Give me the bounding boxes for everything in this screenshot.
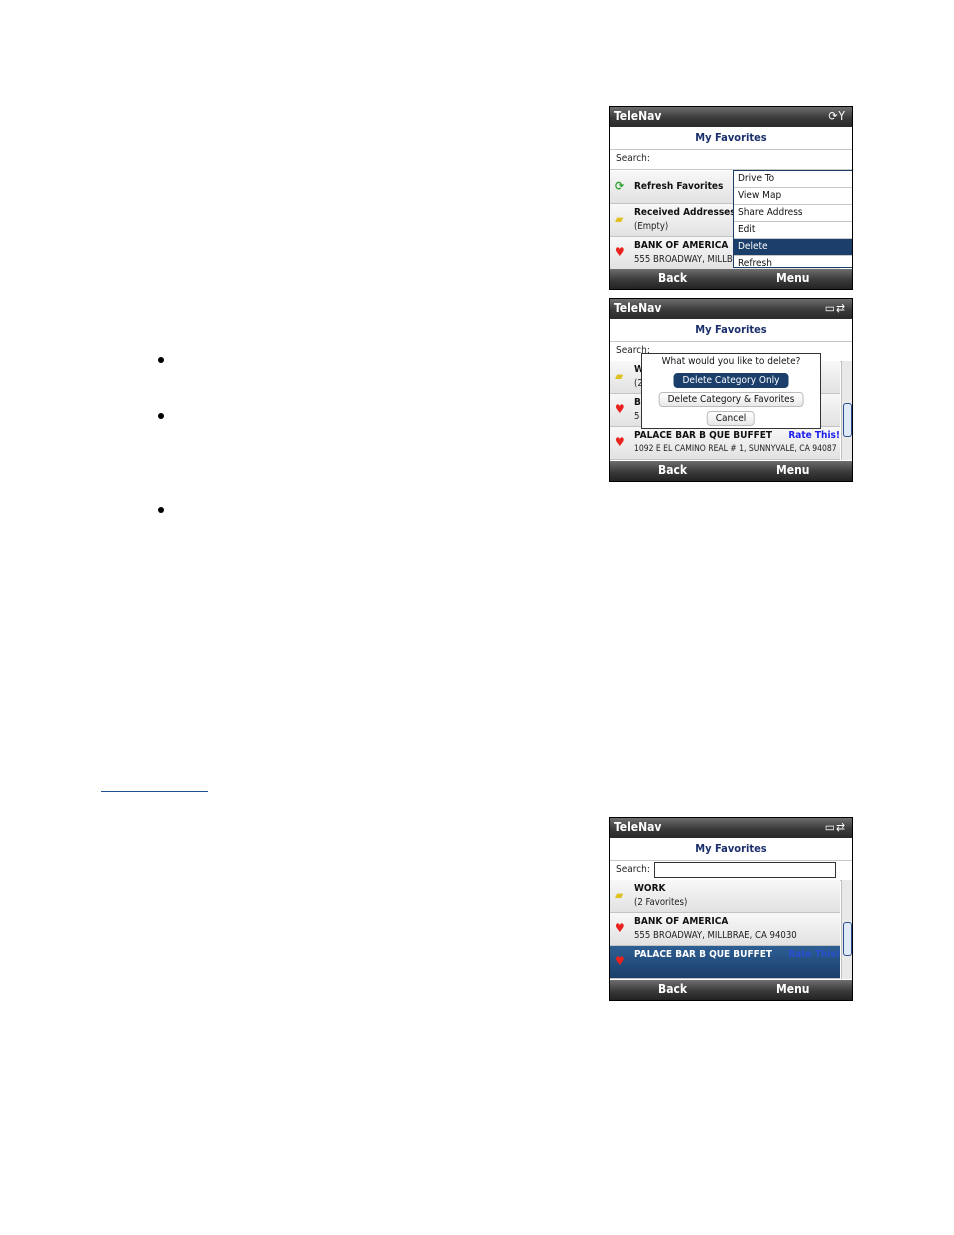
context-menu: Drive To View Map Share Address Edit Del… [733,170,852,269]
rate-this-link[interactable]: Rate This! [788,430,840,441]
phone-screenshot-favorites-list: TeleNav ▭⇄ My Favorites Search: ▰ WORK (… [609,817,853,1001]
phone-screenshot-favorites-menu: TeleNav ⟳Y My Favorites Search: ⟳ Refres… [609,106,853,290]
delete-dialog: What would you like to delete? Delete Ca… [641,353,821,429]
list-item-work[interactable]: ▰ WORK (2 Favorites) [610,880,840,913]
heart-icon: ♥ [615,954,625,968]
search-label: Search: [616,864,650,875]
list-item-bank-of-america[interactable]: ♥ BANK OF AMERICA 555 BROADWAY, MILLBRAE… [610,913,840,946]
title-bar: TeleNav ▭⇄ [610,818,852,838]
item-subtitle: 1092 E EL CAMINO REAL # 1, SUNNYVALE, CA… [634,444,837,454]
menu-item-view-map[interactable]: View Map [734,188,852,205]
item-subtitle: 555 BROADWAY, MILLBR [634,254,739,265]
search-input[interactable] [654,862,836,878]
heart-icon: ♥ [615,402,625,416]
heart-icon: ♥ [615,921,625,935]
search-label: Search: [616,153,650,164]
screen-title: My Favorites [610,319,852,341]
menu-softkey[interactable]: Menu [776,271,809,285]
scroll-thumb[interactable] [843,403,852,437]
delete-category-only-button[interactable]: Delete Category Only [673,373,789,388]
item-title: PALACE BAR B QUE BUFFET [634,430,773,441]
status-icons: ⟳Y [828,109,846,123]
search-row: Search: [610,860,852,881]
scrollbar[interactable] [841,880,852,979]
item-title: Refresh Favorites [634,181,724,192]
list-item-palace-bar-b-que[interactable]: ♥ PALACE BAR B QUE BUFFET 1092 E EL CAMI… [610,427,840,460]
menu-softkey[interactable]: Menu [776,463,809,477]
status-icons: ▭⇄ [824,301,846,315]
refresh-icon: ⟳ [615,179,625,193]
item-subtitle: (Empty) [634,221,669,232]
search-row: Search: [610,149,852,170]
item-title: BANK OF AMERICA [634,916,729,927]
item-title: BANK OF AMERICA [634,240,729,251]
app-title: TeleNav [614,820,662,834]
list-item-palace-bar-b-que[interactable]: ♥ PALACE BAR B QUE BUFFET Rate This! [610,946,840,979]
softkey-bar: Back Menu [610,461,852,481]
item-title: WORK [634,883,666,894]
title-bar: TeleNav ⟳Y [610,107,852,127]
folder-icon: ▰ [615,212,624,226]
item-title: B [634,397,641,408]
scrollbar[interactable] [841,361,852,460]
screen-title: My Favorites [610,127,852,149]
scroll-thumb[interactable] [843,922,852,956]
heart-icon: ♥ [615,435,625,449]
softkey-bar: Back Menu [610,980,852,1000]
cancel-button[interactable]: Cancel [706,411,756,426]
item-title: Received Addresses [634,207,736,218]
menu-item-share-address[interactable]: Share Address [734,205,852,222]
item-title: PALACE BAR B QUE BUFFET [634,949,773,960]
menu-item-edit[interactable]: Edit [734,222,852,239]
back-softkey[interactable]: Back [658,271,687,285]
delete-category-favorites-button[interactable]: Delete Category & Favorites [658,392,804,407]
dialog-question: What would you like to delete? [661,356,801,367]
menu-item-delete[interactable]: Delete [734,239,852,256]
menu-item-drive-to[interactable]: Drive To [734,171,852,188]
item-subtitle: (2 Favorites) [634,897,688,908]
title-bar: TeleNav ▭⇄ [610,299,852,319]
screen-title: My Favorites [610,838,852,860]
back-softkey[interactable]: Back [658,982,687,996]
heart-icon: ♥ [615,245,625,259]
app-title: TeleNav [614,109,662,123]
folder-icon: ▰ [615,888,624,902]
item-subtitle: 5 [634,411,640,422]
menu-softkey[interactable]: Menu [776,982,809,996]
app-title: TeleNav [614,301,662,315]
bullet-2 [158,413,164,419]
rate-this-link[interactable]: Rate This! [788,949,840,960]
item-subtitle: 555 BROADWAY, MILLBRAE, CA 94030 [634,930,797,941]
back-softkey[interactable]: Back [658,463,687,477]
section-link-underline[interactable] [101,791,208,792]
bullet-3 [158,507,164,513]
bullet-1 [158,357,164,363]
status-icons: ▭⇄ [824,820,846,834]
softkey-bar: Back Menu [610,269,852,289]
phone-screenshot-delete-dialog: TeleNav ▭⇄ My Favorites Search: ▰ W (2 ♥… [609,298,853,482]
folder-icon: ▰ [615,369,624,383]
